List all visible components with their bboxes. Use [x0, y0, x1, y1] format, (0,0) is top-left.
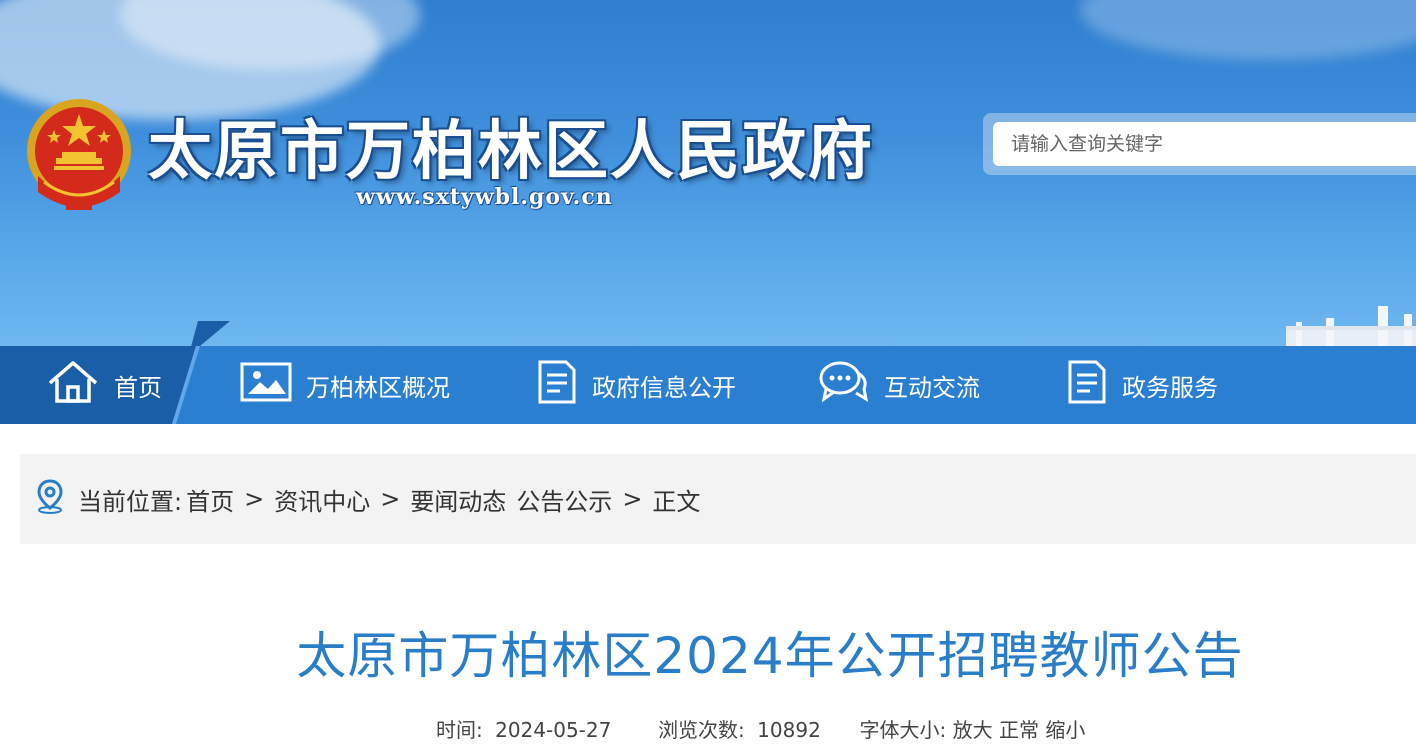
breadcrumb-prefix: 当前位置: — [78, 487, 183, 516]
nav-item-label: 政府信息公开 — [592, 373, 736, 402]
search-box — [983, 113, 1416, 175]
publish-date: 2024-05-27 — [495, 718, 612, 742]
nav-item-services[interactable]: 政务服务 — [1066, 346, 1218, 424]
time-label: 时间: — [436, 718, 483, 742]
breadcrumb-home[interactable]: 首页 — [186, 482, 234, 517]
nav-item-label: 万柏林区概况 — [306, 373, 450, 402]
breadcrumb-separator: > — [244, 485, 265, 513]
breadcrumb-news[interactable]: 要闻动态 — [410, 482, 506, 517]
nav-item-info-public[interactable]: 政府信息公开 — [536, 346, 736, 424]
nav-item-home[interactable]: 首页 — [46, 346, 162, 424]
font-size-large-link[interactable]: 放大 — [953, 718, 993, 742]
header-banner: 太原市万柏林区人民政府 www.sxtywbl.gov.cn — [0, 0, 1416, 346]
site-title: 太原市万柏林区人民政府 — [148, 114, 874, 189]
site-url: www.sxtywbl.gov.cn — [356, 184, 613, 210]
breadcrumb-news-center[interactable]: 资讯中心 — [274, 482, 370, 517]
search-input[interactable] — [993, 122, 1416, 166]
breadcrumb-separator: > — [622, 485, 643, 513]
image-icon — [240, 362, 292, 408]
article-title: 太原市万柏林区2024年公开招聘教师公告 — [296, 627, 1244, 685]
breadcrumb: 当前位置: 首页 > 资讯中心 > 要闻动态 公告公示 > 正文 — [20, 454, 1416, 544]
breadcrumb-notices[interactable]: 公告公示 — [516, 482, 612, 517]
font-size-small-link[interactable]: 缩小 — [1045, 718, 1085, 742]
font-size-normal-link[interactable]: 正常 — [999, 718, 1039, 742]
nav-item-overview[interactable]: 万柏林区概况 — [240, 346, 450, 424]
location-pin-icon — [34, 478, 66, 520]
views-count: 10892 — [757, 718, 821, 742]
article-meta: 时间: 2024-05-27 浏览次数: 10892 字体大小: 放大 正常 缩… — [436, 714, 1085, 743]
national-emblem-logo — [27, 99, 131, 210]
nav-item-interaction[interactable]: 互动交流 — [818, 346, 980, 424]
breadcrumb-current: 正文 — [652, 487, 701, 516]
nav-item-label: 首页 — [114, 373, 162, 402]
nav-item-label: 互动交流 — [884, 373, 980, 402]
nav-item-label: 政务服务 — [1122, 373, 1218, 402]
home-icon — [46, 359, 100, 411]
font-size-label: 字体大小: — [859, 718, 947, 742]
document-icon — [536, 359, 578, 411]
chat-bubbles-icon — [818, 359, 870, 411]
breadcrumb-separator: > — [380, 485, 401, 513]
service-doc-icon — [1066, 359, 1108, 411]
cloud-decoration — [1080, 0, 1416, 60]
bridge-railing-decoration — [1286, 306, 1416, 346]
views-label: 浏览次数: — [658, 718, 745, 742]
